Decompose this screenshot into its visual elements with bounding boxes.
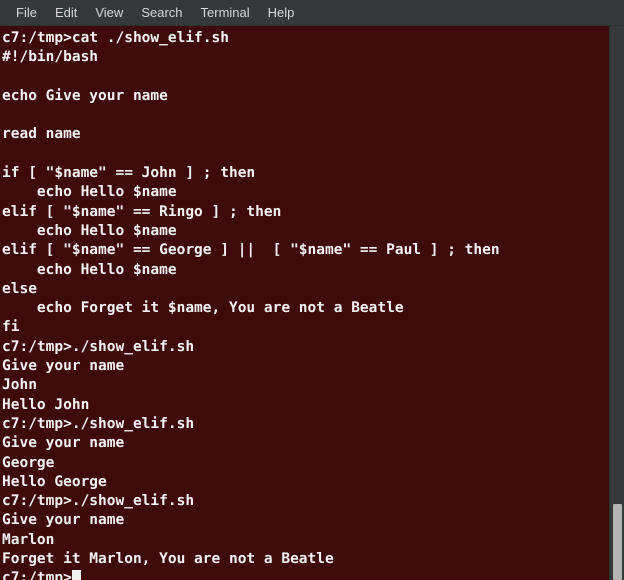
scrollbar-thumb[interactable]: [613, 504, 622, 580]
terminal-line: c7:/tmp>./show_elif.sh: [2, 493, 195, 510]
terminal-line: elif [ "$name" == George ] || [ "$name" …: [2, 242, 500, 259]
menu-help[interactable]: Help: [259, 0, 304, 26]
terminal-window: File Edit View Search Terminal Help c7:/tmp>c…: [0, 0, 624, 580]
terminal-line: Hello John: [2, 396, 90, 413]
terminal-line: c7:/tmp>./show_elif.sh: [2, 338, 195, 355]
terminal-line: c7:/tmp>./show_elif.sh: [2, 415, 195, 432]
prompt-text: c7:/tmp>: [2, 570, 72, 580]
terminal-line: if [ "$name" == John ] ; then: [2, 165, 256, 182]
terminal-line: echo Give your name: [2, 87, 168, 104]
terminal-line: read name: [2, 126, 81, 143]
terminal-line: c7:/tmp>cat ./show_elif.sh: [2, 30, 229, 46]
terminal-line: Hello George: [2, 473, 107, 490]
terminal-line: Forget it Marlon, You are not a Beatle: [2, 551, 334, 568]
terminal-line: else: [2, 280, 37, 297]
terminal-line: #!/bin/bash: [2, 49, 99, 66]
terminal-prompt-line: c7:/tmp>: [2, 569, 609, 580]
terminal-line: echo Forget it $name, You are not a Beat…: [2, 300, 404, 317]
terminal-line: echo Hello $name: [2, 222, 177, 239]
text-cursor: [71, 570, 82, 580]
menu-bar: File Edit View Search Terminal Help: [0, 0, 624, 26]
terminal-line: Marlon: [2, 531, 55, 548]
terminal-line: echo Hello $name: [2, 184, 177, 201]
menu-view[interactable]: View: [86, 0, 132, 26]
terminal-scrollbar[interactable]: [609, 26, 624, 580]
menu-search[interactable]: Search: [132, 0, 191, 26]
menu-file[interactable]: File: [7, 0, 46, 26]
menu-terminal[interactable]: Terminal: [192, 0, 259, 26]
terminal-line: fi: [2, 319, 20, 336]
terminal-body: c7:/tmp>cat ./show_elif.sh #!/bin/bash ech…: [0, 26, 624, 580]
terminal-screen[interactable]: c7:/tmp>cat ./show_elif.sh #!/bin/bash ech…: [0, 26, 609, 580]
terminal-line: George: [2, 454, 55, 471]
terminal-line: Give your name: [2, 435, 125, 452]
terminal-line: elif [ "$name" == Ringo ] ; then: [2, 203, 282, 220]
terminal-line: echo Hello $name: [2, 261, 177, 278]
terminal-line: John: [2, 377, 37, 394]
menu-edit[interactable]: Edit: [46, 0, 86, 26]
terminal-line: Give your name: [2, 512, 125, 529]
terminal-line: Give your name: [2, 358, 125, 375]
